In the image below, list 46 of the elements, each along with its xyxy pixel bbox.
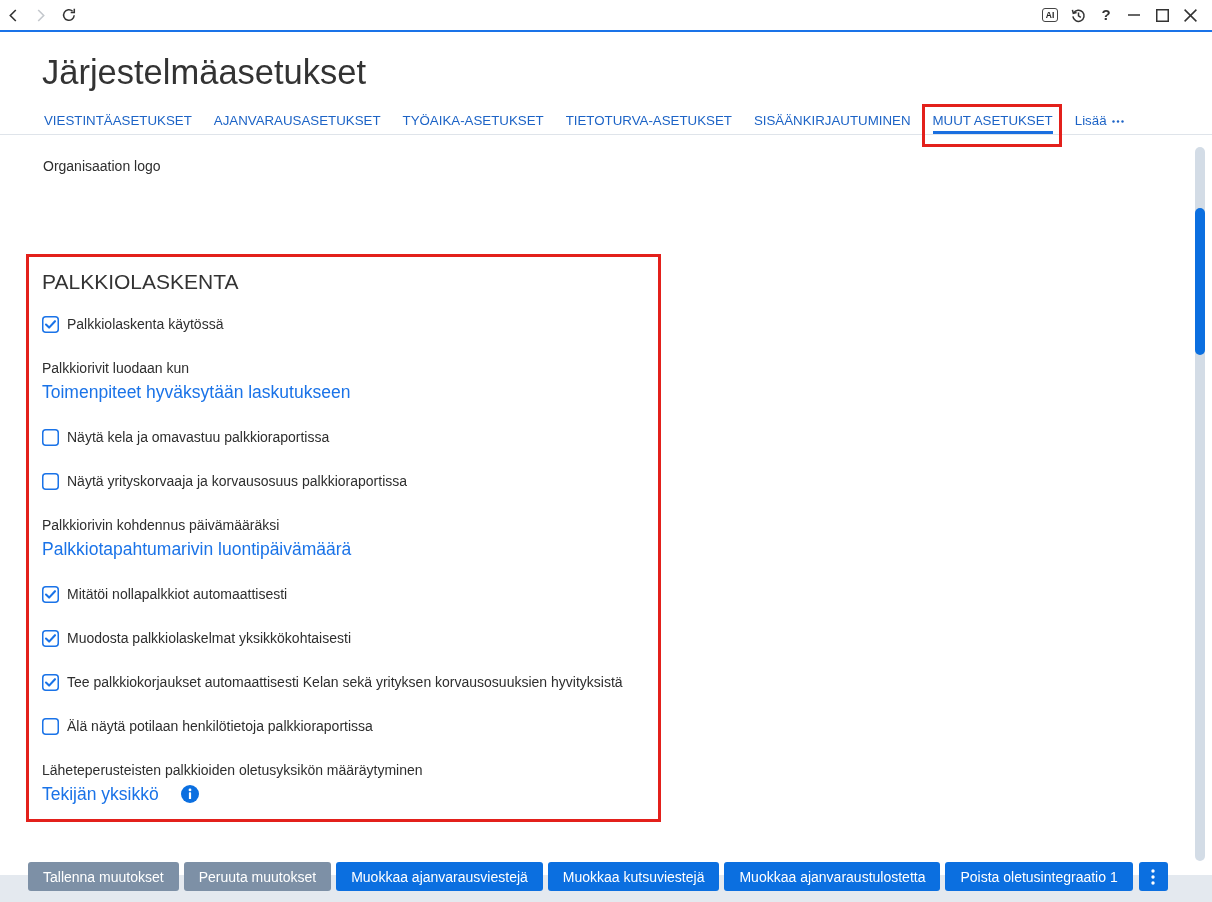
checkbox-label: Näytä yrityskorvaaja ja korvausosuus palkkioraportissa — [67, 472, 408, 491]
field-label: Palkkiorivit luodaan kun — [42, 359, 190, 378]
history-icon[interactable] — [1070, 7, 1086, 23]
more-tab[interactable]: Lisää — [1074, 112, 1124, 134]
checkbox-label: Älä näytä potilaan henkilötietoja palkkioraportissa — [67, 717, 373, 736]
reload-icon[interactable] — [62, 8, 76, 22]
back-icon[interactable] — [9, 8, 17, 22]
vertical-dots-icon — [1151, 868, 1156, 885]
select-link[interactable]: Toimenpiteet hyväksytään laskutukseen — [42, 381, 351, 403]
checkbox[interactable] — [42, 315, 59, 333]
close-icon[interactable] — [1183, 8, 1197, 22]
tab[interactable]: TIETOTURVA-ASETUKSET — [565, 112, 732, 134]
section-title: PALKKIOLASKENTA — [42, 270, 240, 294]
more-actions-button[interactable] — [1138, 862, 1168, 891]
tab[interactable]: TYÖAIKA-ASETUKSET — [402, 112, 544, 134]
action-button[interactable]: Poista oletusintegraatio 1 — [945, 862, 1133, 891]
field-label: Palkkiorivin kohdennus päivämääräksi — [42, 516, 280, 535]
tab[interactable]: SISÄÄNKIRJAUTUMINEN — [753, 112, 911, 134]
checkbox-label: Muodosta palkkiolaskelmat yksikkökohtaisesti — [67, 629, 351, 648]
scrollbar-thumb[interactable] — [1195, 208, 1205, 355]
select-link[interactable]: Palkkiotapahtumarivin luontipäivämäärä — [42, 538, 352, 560]
action-button[interactable]: Muokkaa kutsuviestejä — [547, 862, 720, 891]
checkbox-label: Tee palkkiokorjaukset automaattisesti Kelan sekä yrityksen korvausosuuksien hyvityksistä — [67, 673, 623, 692]
checkbox[interactable] — [42, 472, 59, 490]
action-button[interactable]: Muokkaa ajanvaraustulostetta — [724, 862, 941, 891]
checkbox[interactable] — [42, 629, 59, 647]
help-button[interactable]: ? — [1101, 6, 1111, 24]
field-label: Organisaation logo — [43, 157, 161, 175]
checkbox[interactable] — [42, 585, 59, 603]
checkbox-label: Mitätöi nollapalkkiot automaattisesti — [67, 585, 288, 604]
tab[interactable]: AJANVARAUSASETUKSET — [213, 112, 381, 134]
ai-button[interactable]: AI — [1042, 8, 1058, 22]
select-link[interactable]: Tekijän yksikkö — [42, 783, 159, 805]
tab[interactable]: VIESTINTÄASETUKSET — [44, 112, 192, 134]
maximize-icon[interactable] — [1155, 8, 1169, 22]
checkbox[interactable] — [42, 673, 59, 691]
dots-icon — [1111, 120, 1124, 123]
checkbox-label: Näytä kela ja omavastuu palkkioraportissa — [67, 428, 330, 447]
info-icon[interactable] — [180, 785, 199, 803]
tab[interactable]: MUUT ASETUKSET — [932, 112, 1053, 134]
checkbox[interactable] — [42, 428, 59, 446]
page-title: Järjestelmäasetukset — [42, 52, 368, 92]
checkbox[interactable] — [42, 717, 59, 735]
field-label: Läheteperusteisten palkkioiden oletusyksikön määräytyminen — [42, 761, 423, 780]
action-button[interactable]: Muokkaa ajanvarausviestejä — [336, 862, 543, 891]
checkbox-label: Palkkiolaskenta käytössä — [67, 315, 224, 334]
